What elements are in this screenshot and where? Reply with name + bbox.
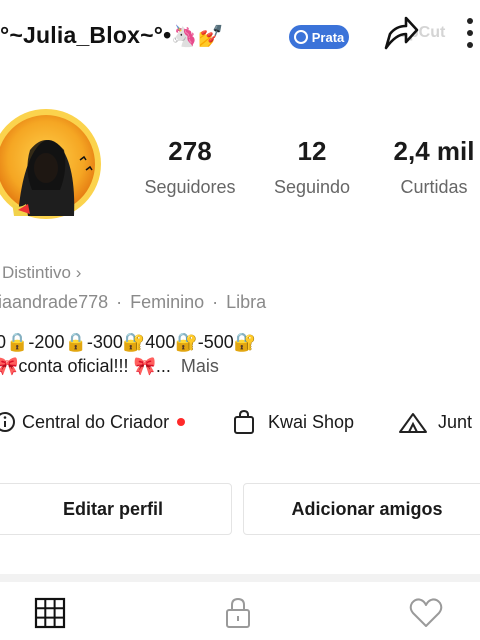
meta-separator: · [116, 292, 123, 312]
section-divider [0, 574, 480, 582]
followers-count: 278 [168, 136, 212, 166]
grid-icon[interactable] [32, 595, 68, 631]
profile-sign: Libra [226, 292, 267, 312]
edit-profile-button[interactable]: Editar perfil [0, 483, 232, 535]
stat-following[interactable]: 12 Seguindo [252, 136, 372, 198]
bio-text: 🎀conta oficial!!! 🎀... [0, 356, 171, 376]
shortcut-kwai-shop[interactable]: Kwai Shop [232, 406, 354, 438]
badge-icon [293, 30, 308, 44]
profile-handle: iaandrade778 [0, 292, 109, 312]
share-icon[interactable] [382, 14, 420, 54]
lock-icon[interactable] [220, 595, 256, 631]
meta-separator: · [212, 292, 219, 312]
following-count: 12 [297, 136, 327, 166]
distintivo-link[interactable]: Distintivo › [2, 263, 81, 283]
profile-meta: iaandrade778 · Feminino · Libra [0, 292, 266, 313]
stat-likes[interactable]: 2,4 mil Curtidas [374, 136, 480, 198]
add-friends-button[interactable]: Adicionar amigos [243, 483, 480, 535]
level-badge[interactable]: Prata [289, 25, 349, 49]
likes-label: Curtidas [400, 177, 468, 197]
followers-label: Seguidores [144, 177, 236, 197]
shortcut-label: Central do Criador [22, 411, 170, 432]
bio-line-2: 🎀conta oficial!!! 🎀... Mais [0, 356, 219, 377]
bio-more-link[interactable]: Mais [181, 356, 219, 376]
tent-icon [399, 413, 427, 433]
profile-username: °~Julia_Blox~°•🦄💅 [0, 22, 224, 49]
distintivo-label: Distintivo [2, 263, 71, 282]
info-icon [0, 412, 15, 432]
avatar[interactable] [0, 106, 104, 222]
username-emojis: 🦄💅 [171, 25, 225, 48]
badge-label: Prata [311, 29, 345, 45]
stat-followers[interactable]: 278 Seguidores [130, 136, 250, 198]
likes-count: 2,4 mil [393, 136, 475, 166]
heart-icon[interactable] [408, 595, 444, 631]
username-text: °~Julia_Blox~°• [0, 22, 172, 48]
shortcut-label: Junt [438, 411, 473, 432]
chevron-right-icon: › [75, 263, 82, 282]
notification-dot [177, 418, 186, 426]
profile-gender: Feminino [130, 292, 205, 312]
shopping-bag-icon [234, 409, 254, 434]
shortcut-label: Kwai Shop [268, 411, 355, 432]
bio-line-1: 0🔒-200🔒-300🔐400🔐-500🔐 [0, 332, 257, 352]
more-options-icon[interactable] [464, 18, 476, 54]
following-label: Seguindo [273, 177, 351, 197]
shortcut-junte[interactable]: Junt [398, 406, 472, 438]
shortcut-creator-center[interactable]: Central do Criador [0, 406, 186, 438]
